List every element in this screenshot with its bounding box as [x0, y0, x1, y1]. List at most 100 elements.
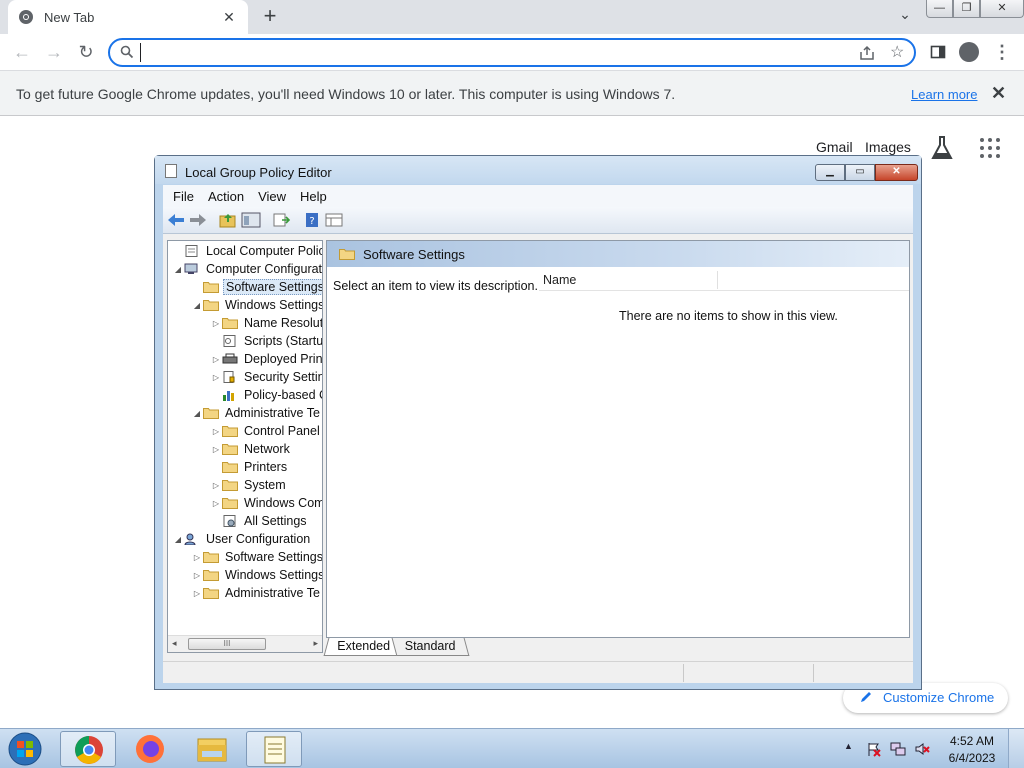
tree-item[interactable]: ◢ User Configuration	[172, 530, 312, 548]
tree-item-label: Software Settings	[225, 550, 323, 564]
column-separator[interactable]	[717, 271, 718, 289]
restore-button[interactable]: ❐	[953, 0, 980, 18]
tree-item[interactable]: Printers	[210, 458, 289, 476]
profile-icon[interactable]	[957, 40, 981, 64]
menu-dots-icon[interactable]: ⋮	[990, 40, 1014, 64]
tree-horizontal-scrollbar[interactable]: ◂ III ▸	[168, 635, 322, 652]
tree-item-label: Printers	[244, 460, 288, 474]
omnibox-input[interactable]	[140, 43, 840, 62]
learn-more-link[interactable]: Learn more	[911, 87, 977, 102]
export-list-icon[interactable]	[273, 212, 291, 228]
gpe-titlebar[interactable]: Local Group Policy Editor ▁ ▭ ✕	[155, 156, 921, 184]
file-explorer-icon	[197, 738, 227, 762]
details-header: Software Settings	[327, 241, 909, 267]
omnibox[interactable]: ☆	[108, 38, 916, 67]
expand-arrow-icon[interactable]: ▷	[210, 355, 222, 364]
forward-arrow-icon[interactable]	[189, 212, 207, 228]
scroll-thumb[interactable]: III	[188, 638, 266, 650]
taskbar-group-policy[interactable]	[246, 731, 302, 767]
network-icon[interactable]	[890, 741, 906, 757]
tree-item[interactable]: ▷ Control Panel	[210, 422, 322, 440]
action-center-flag-icon[interactable]	[866, 741, 882, 757]
tree-item[interactable]: ◢ Computer Configurat	[172, 260, 322, 278]
tree-item[interactable]: ◢ Windows Settings	[191, 296, 322, 314]
tree-item[interactable]: ▷ Network	[210, 440, 292, 458]
gmail-link[interactable]: Gmail	[816, 139, 853, 155]
help-icon[interactable]: ?	[303, 212, 321, 228]
side-panel-icon[interactable]	[926, 40, 950, 64]
share-icon[interactable]	[858, 44, 876, 62]
taskbar-firefox[interactable]	[122, 731, 178, 767]
taskbar-chrome[interactable]	[60, 731, 116, 767]
menu-file[interactable]: File	[173, 189, 194, 204]
expand-arrow-icon[interactable]: ▷	[191, 589, 203, 598]
gpe-maximize-button[interactable]: ▭	[845, 164, 875, 181]
tab-new-tab[interactable]: New Tab ✕	[8, 0, 248, 34]
tree-item[interactable]: All Settings	[210, 512, 309, 530]
expand-arrow-icon[interactable]: ▷	[210, 319, 222, 328]
tree-item[interactable]: Local Computer Policy	[172, 242, 322, 260]
gpe-minimize-button[interactable]: ▁	[815, 164, 845, 181]
menu-action[interactable]: Action	[208, 189, 244, 204]
close-window-button[interactable]: ✕	[980, 0, 1024, 18]
expand-arrow-icon[interactable]: ▷	[210, 481, 222, 490]
forward-arrow-icon[interactable]: →	[42, 40, 66, 64]
show-desktop-button[interactable]	[1008, 729, 1024, 768]
tree-item[interactable]: ▷ Deployed Print	[210, 350, 322, 368]
collapse-arrow-icon[interactable]: ◢	[191, 301, 203, 310]
show-hidden-icons-icon[interactable]: ▲	[844, 741, 853, 751]
star-icon[interactable]: ☆	[890, 42, 904, 62]
gpe-close-button[interactable]: ✕	[875, 164, 918, 181]
expand-arrow-icon[interactable]: ▷	[210, 427, 222, 436]
images-link[interactable]: Images	[865, 139, 911, 155]
tree-item[interactable]: ▷ Name Resoluti	[210, 314, 322, 332]
scroll-left-arrow-icon[interactable]: ◂	[172, 638, 177, 649]
tray-time[interactable]: 4:52 AM	[946, 734, 998, 748]
tab-close-icon[interactable]: ✕	[220, 9, 238, 26]
scroll-right-arrow-icon[interactable]: ▸	[313, 638, 318, 649]
collapse-arrow-icon[interactable]: ◢	[172, 265, 184, 274]
expand-arrow-icon[interactable]: ▷	[210, 373, 222, 382]
collapse-arrow-icon[interactable]: ◢	[172, 535, 184, 544]
expand-arrow-icon[interactable]: ▷	[210, 445, 222, 454]
properties-icon[interactable]	[325, 212, 343, 228]
expand-arrow-icon[interactable]: ▷	[210, 499, 222, 508]
tree-item[interactable]: Policy-based C	[210, 386, 322, 404]
tree-item[interactable]: ▷ Windows Com	[210, 494, 322, 512]
tab-extended[interactable]: Extended	[323, 638, 404, 656]
expand-arrow-icon[interactable]: ▷	[191, 571, 203, 580]
minimize-button[interactable]: —	[926, 0, 953, 18]
tree-item[interactable]: ▷ Windows Settings	[191, 566, 322, 584]
tree-item[interactable]: ▷ Security Settin	[210, 368, 322, 386]
tree-item-label: All Settings	[244, 514, 307, 528]
windows-start-icon[interactable]	[4, 731, 46, 767]
back-arrow-icon[interactable]	[167, 212, 185, 228]
google-apps-icon[interactable]	[980, 138, 1000, 158]
notepad-icon	[264, 736, 286, 764]
tab-standard[interactable]: Standard	[391, 638, 470, 656]
all-settings-icon	[223, 515, 236, 527]
tree-item[interactable]: Software Settings	[191, 278, 322, 296]
infobar-close-icon[interactable]: ✕	[991, 83, 1006, 104]
tab-search-chevron-icon[interactable]: ⌄	[893, 6, 917, 28]
collapse-arrow-icon[interactable]: ◢	[191, 409, 203, 418]
chrome-favicon-icon	[19, 10, 33, 24]
tree-item[interactable]: ▷ System	[210, 476, 288, 494]
new-tab-button[interactable]: +	[258, 5, 282, 29]
volume-muted-icon[interactable]	[914, 741, 930, 757]
labs-flask-icon[interactable]	[930, 135, 954, 161]
reload-icon[interactable]: ↻	[74, 40, 98, 64]
back-arrow-icon[interactable]: ←	[10, 40, 34, 64]
up-folder-icon[interactable]	[219, 212, 237, 228]
menu-help[interactable]: Help	[300, 189, 327, 204]
show-hide-tree-icon[interactable]	[241, 212, 261, 228]
tree-item[interactable]: Scripts (Startu	[210, 332, 322, 350]
expand-arrow-icon[interactable]: ▷	[191, 553, 203, 562]
tree-item[interactable]: ◢ Administrative Te	[191, 404, 322, 422]
tray-date[interactable]: 6/4/2023	[946, 751, 998, 765]
taskbar-explorer[interactable]	[184, 731, 240, 767]
menu-view[interactable]: View	[258, 189, 286, 204]
tree-item[interactable]: ▷ Administrative Te	[191, 584, 322, 602]
tree-item[interactable]: ▷ Software Settings	[191, 548, 323, 566]
column-header-name[interactable]: Name	[543, 273, 576, 287]
